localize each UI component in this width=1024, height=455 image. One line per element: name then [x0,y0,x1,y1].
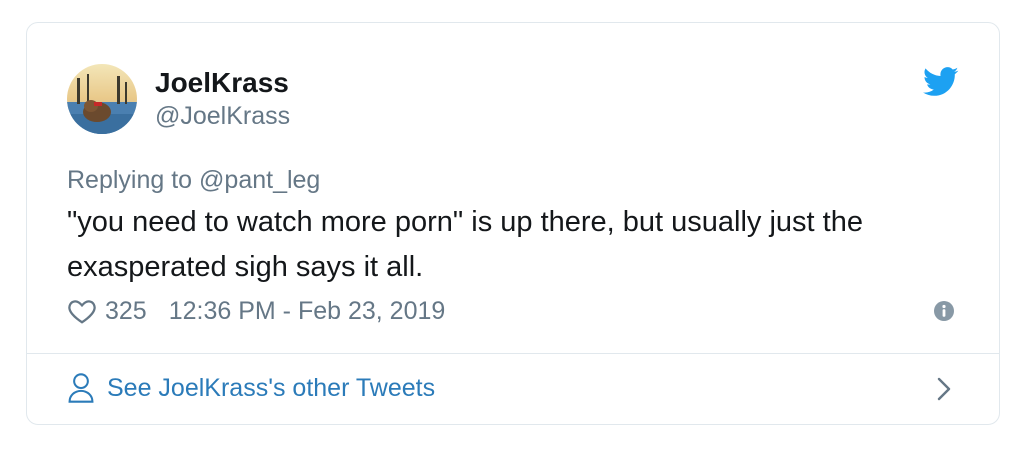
tweet-text: "you need to watch more porn" is up ther… [67,206,863,283]
like-count[interactable]: 325 [105,297,147,326]
avatar[interactable] [67,64,137,134]
info-icon[interactable] [933,300,955,322]
reply-prefix: Replying to [67,166,193,194]
author-names: JoelKrass @JoelKrass [155,66,290,132]
twitter-bird-icon[interactable] [923,67,959,97]
tweet-card: JoelKrass @JoelKrass Replying to @pant_l… [26,22,1000,425]
avatar-image [67,64,137,134]
timestamp[interactable]: 12:36 PM - Feb 23, 2019 [169,297,446,326]
reply-to-handle[interactable]: @pant_leg [199,166,320,194]
see-other-tweets-label[interactable]: See JoelKrass's other Tweets [107,374,435,403]
person-icon [68,373,94,403]
user-handle[interactable]: @JoelKrass [155,100,290,132]
chevron-right-icon[interactable] [935,376,953,402]
heart-icon[interactable] [67,296,97,326]
reply-context: Replying to @pant_leg [67,164,320,196]
tweet-header: JoelKrass @JoelKrass [67,63,290,135]
display-name[interactable]: JoelKrass [155,66,290,100]
tweet-meta: 325 12:36 PM - Feb 23, 2019 [67,293,445,329]
see-other-tweets-link[interactable]: See JoelKrass's other Tweets [67,368,435,408]
footer-divider [27,353,999,354]
